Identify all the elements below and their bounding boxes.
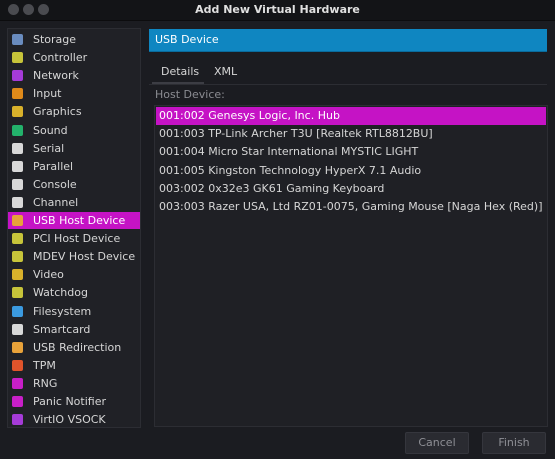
vsock-icon (12, 414, 23, 426)
title-bar: Add New Virtual Hardware (0, 0, 555, 21)
hardware-type-list[interactable]: Storage Controller Network Input Graphics Sou… (7, 28, 141, 428)
sidebar-item-label: USB Redirection (33, 340, 122, 354)
sidebar-item-label: Video (33, 268, 64, 282)
sidebar-item-label: Graphics (33, 105, 82, 119)
sidebar-item-label: Smartcard (33, 322, 91, 336)
sidebar-item-rng[interactable]: RNG (8, 375, 140, 392)
device-row-label: 001:004 Micro Star International MYSTIC … (159, 145, 419, 159)
sound-icon (12, 124, 23, 136)
video-icon (12, 269, 23, 281)
section-header-label: USB Device (155, 33, 219, 46)
host-device-label: Host Device: (155, 88, 225, 101)
sidebar-item-label: Storage (33, 33, 77, 46)
parallel-icon (12, 160, 23, 172)
window-title: Add New Virtual Hardware (195, 3, 360, 16)
sidebar-item-serial[interactable]: Serial (8, 140, 140, 157)
sidebar-item-network[interactable]: Network (8, 67, 140, 84)
device-row[interactable]: 001:005 Kingston Technology HyperX 7.1 A… (156, 162, 546, 180)
panic-notifier-icon (12, 396, 23, 407)
rng-icon (12, 377, 23, 389)
usb-host-icon (12, 215, 23, 226)
sidebar-item-label: Sound (33, 123, 68, 137)
controller-icon (12, 52, 23, 64)
device-row-label: 003:002 0x32e3 GK61 Gaming Keyboard (159, 181, 385, 195)
sidebar-item-usb-host-device[interactable]: USB Host Device (8, 212, 140, 229)
section-header: USB Device (149, 29, 547, 52)
smartcard-icon (12, 323, 23, 335)
sidebar-item-label: Panic Notifier (33, 395, 106, 408)
serial-icon (12, 142, 23, 154)
device-row[interactable]: 001:003 TP-Link Archer T3U [Realtek RTL8… (156, 125, 546, 143)
sidebar-item-mdev-host-device[interactable]: MDEV Host Device (8, 248, 140, 265)
filesystem-icon (12, 305, 23, 317)
sidebar-item-label: Console (33, 177, 77, 191)
sidebar-item-sound[interactable]: Sound (8, 122, 140, 139)
device-row[interactable]: 001:004 Micro Star International MYSTIC … (156, 143, 546, 161)
sidebar-item-label: TPM (33, 358, 56, 372)
sidebar-item-label: RNG (33, 376, 58, 390)
tpm-icon (12, 359, 23, 371)
graphics-icon (12, 106, 23, 118)
sidebar-item-input[interactable]: Input (8, 85, 140, 102)
sidebar-item-pci-host-device[interactable]: PCI Host Device (8, 230, 140, 247)
watchdog-icon (12, 287, 23, 299)
device-row[interactable]: 003:003 Razer USA, Ltd RZ01-0075, Gaming… (156, 198, 546, 216)
sidebar-item-label: Watchdog (33, 286, 88, 300)
tab-xml[interactable]: XML (214, 65, 237, 78)
sidebar-item-channel[interactable]: Channel (8, 194, 140, 211)
sidebar-item-smartcard[interactable]: Smartcard (8, 321, 140, 338)
device-row-label: 001:005 Kingston Technology HyperX 7.1 A… (159, 163, 422, 177)
device-row-label: 001:003 TP-Link Archer T3U [Realtek RTL8… (159, 127, 433, 141)
sidebar-item-label: Controller (33, 51, 88, 65)
host-device-list[interactable]: 001:002 Genesys Logic, Inc. Hub 001:003 T… (154, 105, 548, 427)
sidebar-item-label: Serial (33, 141, 65, 155)
sidebar-item-virtio-vsock[interactable]: VirtIO VSOCK (8, 411, 140, 428)
cancel-button[interactable]: Cancel (405, 432, 469, 454)
sidebar-item-label: MDEV Host Device (33, 250, 136, 264)
channel-icon (12, 196, 23, 208)
sidebar-item-console[interactable]: Console (8, 176, 140, 193)
sidebar-item-label: Parallel (33, 159, 74, 173)
sidebar-item-label: Input (33, 87, 62, 101)
console-icon (12, 178, 23, 190)
sidebar-item-usb-redirection[interactable]: USB Redirection (8, 339, 140, 356)
sidebar-item-label: PCI Host Device (33, 232, 121, 246)
tab-details[interactable]: Details (161, 65, 199, 78)
sidebar-item-label: USB Host Device (33, 214, 126, 227)
usb-redirection-icon (12, 341, 23, 353)
device-row-label: 003:003 Razer USA, Ltd RZ01-0075, Gaming… (159, 200, 543, 213)
sidebar-item-parallel[interactable]: Parallel (8, 158, 140, 175)
sidebar-item-graphics[interactable]: Graphics (8, 103, 140, 120)
sidebar-item-label: Channel (33, 195, 79, 209)
finish-button[interactable]: Finish (482, 432, 546, 454)
pci-host-icon (12, 233, 23, 245)
storage-icon (12, 34, 23, 45)
sidebar-item-video[interactable]: Video (8, 266, 140, 283)
sidebar-item-label: Network (33, 69, 79, 83)
sidebar-item-controller[interactable]: Controller (8, 49, 140, 66)
sidebar-item-filesystem[interactable]: Filesystem (8, 303, 140, 320)
device-row[interactable]: 001:002 Genesys Logic, Inc. Hub (156, 107, 546, 125)
device-row[interactable]: 003:002 0x32e3 GK61 Gaming Keyboard (156, 180, 546, 198)
network-icon (12, 70, 23, 82)
sidebar-item-tpm[interactable]: TPM (8, 357, 140, 374)
mdev-host-icon (12, 251, 23, 263)
input-icon (12, 88, 23, 100)
device-row-label: 001:002 Genesys Logic, Inc. Hub (159, 109, 340, 122)
sidebar-item-watchdog[interactable]: Watchdog (8, 284, 140, 301)
sidebar-item-label: Filesystem (33, 304, 92, 318)
sidebar-item-storage[interactable]: Storage (8, 31, 140, 48)
sidebar-item-label: VirtIO VSOCK (33, 413, 106, 427)
tab-divider (149, 84, 547, 85)
sidebar-item-panic-notifier[interactable]: Panic Notifier (8, 393, 140, 410)
